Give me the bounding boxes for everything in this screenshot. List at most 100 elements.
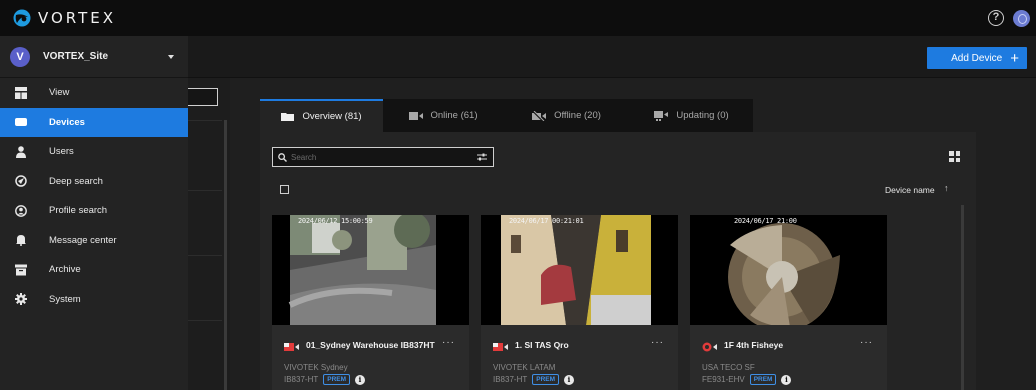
deep-search-icon	[15, 175, 27, 187]
sidebar-item-view[interactable]: View	[0, 78, 188, 108]
top-bar: VORTEX ?	[0, 0, 1036, 36]
sidebar-item-devices[interactable]: Devices	[0, 107, 188, 137]
fisheye-camera-offline-icon	[702, 342, 717, 352]
device-model: FE931-EHV	[702, 375, 745, 384]
info-icon[interactable]: i	[781, 374, 792, 385]
select-all-checkbox[interactable]	[280, 185, 289, 194]
users-icon	[16, 145, 26, 158]
view-icon	[15, 86, 27, 99]
device-card[interactable]: 2024/06/17 21:00 1F 4th Fisheye ··· USA …	[690, 215, 887, 390]
filter-icon[interactable]	[477, 152, 487, 162]
device-organization: VIVOTEK LATAM	[493, 363, 556, 372]
prem-badge: PREM	[749, 374, 777, 385]
tab-offline-label: Offline (20)	[554, 110, 601, 121]
device-name[interactable]: 1F 4th Fisheye	[724, 340, 783, 350]
folder-icon	[281, 113, 295, 121]
divider	[188, 190, 222, 191]
device-card[interactable]: 2024/06/12 15:00:59 01_Sydney Warehouse …	[272, 215, 469, 390]
device-name[interactable]: 1. SI TAS Qro	[515, 340, 569, 350]
sidebar-item-label: Profile search	[49, 205, 108, 217]
site-selector[interactable]: V VORTEX_Site	[0, 36, 188, 78]
camera-snapshot-image	[481, 215, 678, 325]
grid-view-icon[interactable]	[949, 151, 960, 162]
sidebar-item-users[interactable]: Users	[0, 137, 188, 167]
brand-logo[interactable]: VORTEX	[12, 9, 116, 27]
sidebar-item-label: System	[49, 293, 81, 305]
panel-scrollbar[interactable]	[961, 205, 964, 390]
device-organization: USA TECO SF	[702, 363, 755, 372]
divider	[188, 120, 222, 121]
snapshot-timestamp: 2024/06/17 00:21:01	[509, 217, 584, 225]
sidebar-item-label: Devices	[49, 116, 85, 128]
tab-offline[interactable]: Offline (20)	[503, 99, 630, 132]
camera-thumbnail[interactable]: 2024/06/17 21:00	[690, 215, 887, 325]
device-organization: VIVOTEK Sydney	[284, 363, 348, 372]
info-icon[interactable]: i	[355, 374, 366, 385]
tab-online-label: Online (61)	[430, 110, 478, 121]
sidebar-item-label: View	[49, 87, 70, 99]
snapshot-timestamp: 2024/06/12 15:00:59	[298, 217, 373, 225]
sort-ascending-icon[interactable]: ↑	[944, 183, 949, 193]
plus-icon: +	[1010, 49, 1019, 67]
camera-icon	[408, 111, 423, 120]
prem-badge: PREM	[323, 374, 351, 385]
device-list-filter-input[interactable]	[188, 88, 218, 106]
device-search	[272, 147, 494, 167]
profile-search-icon	[15, 204, 27, 217]
camera-off-icon	[532, 110, 547, 121]
device-card[interactable]: 2024/06/17 00:21:01 1. SI TAS Qro ··· VI…	[481, 215, 678, 390]
tab-online[interactable]: Online (61)	[383, 99, 503, 132]
archive-icon	[15, 264, 27, 276]
card-footer: 01_Sydney Warehouse IB837HT ··· VIVOTEK …	[272, 325, 469, 390]
device-tabs: Overview (81) Online (61) Offline (20) U…	[260, 99, 753, 132]
add-device-button[interactable]: Add Device +	[927, 47, 1027, 69]
search-icon	[278, 152, 287, 162]
prem-badge: PREM	[532, 374, 560, 385]
sidebar-item-message-center[interactable]: Message center	[0, 226, 188, 256]
sidebar-item-label: Users	[49, 146, 74, 158]
camera-snapshot-image	[272, 215, 469, 325]
tab-updating[interactable]: Updating (0)	[630, 99, 753, 132]
site-avatar: V	[10, 46, 30, 67]
help-icon[interactable]: ?	[988, 10, 1004, 26]
camera-update-icon	[654, 110, 669, 121]
divider	[188, 255, 222, 256]
sidebar-item-archive[interactable]: Archive	[0, 255, 188, 285]
sidebar: V VORTEX_Site View Devices Users Deep se…	[0, 36, 188, 390]
device-name[interactable]: 01_Sydney Warehouse IB837HT	[306, 340, 435, 350]
site-name: VORTEX_Site	[43, 51, 109, 62]
tab-overview-label: Overview (81)	[302, 111, 362, 122]
sidebar-item-system[interactable]: System	[0, 285, 188, 315]
more-options-icon[interactable]: ···	[651, 337, 664, 348]
chevron-down-icon	[168, 55, 174, 59]
strip-scrollbar[interactable]	[224, 120, 227, 390]
gear-icon	[15, 293, 27, 306]
vortex-logo-icon	[13, 9, 31, 27]
camera-thumbnail[interactable]: 2024/06/17 00:21:01	[481, 215, 678, 325]
camera-offline-icon	[284, 343, 299, 351]
sort-by-label[interactable]: Device name	[885, 185, 935, 195]
sidebar-item-profile-search[interactable]: Profile search	[0, 196, 188, 226]
tab-overview[interactable]: Overview (81)	[260, 99, 383, 132]
sidebar-item-label: Message center	[49, 234, 117, 246]
add-device-label: Add Device	[951, 52, 1003, 64]
tab-updating-label: Updating (0)	[676, 110, 729, 121]
user-avatar-icon[interactable]	[1013, 10, 1030, 27]
device-model: IB837-HT	[284, 375, 319, 384]
devices-icon	[15, 118, 27, 127]
camera-snapshot-image	[690, 215, 887, 325]
card-footer: 1F 4th Fisheye ··· USA TECO SF FE931-EHV…	[690, 325, 887, 390]
card-footer: 1. SI TAS Qro ··· VIVOTEK LATAM IB837-HT…	[481, 325, 678, 390]
sidebar-item-label: Deep search	[49, 175, 103, 187]
info-icon[interactable]: i	[564, 374, 575, 385]
sidebar-item-deep-search[interactable]: Deep search	[0, 167, 188, 197]
device-model-row: FE931-EHV PREM i	[702, 374, 792, 385]
camera-thumbnail[interactable]: 2024/06/12 15:00:59	[272, 215, 469, 325]
more-options-icon[interactable]: ···	[860, 337, 873, 348]
divider	[188, 320, 222, 321]
device-model-row: IB837-HT PREM i	[284, 374, 366, 385]
device-model-row: IB837-HT PREM i	[493, 374, 575, 385]
search-input[interactable]	[291, 152, 471, 162]
more-options-icon[interactable]: ···	[442, 337, 455, 348]
snapshot-timestamp: 2024/06/17 21:00	[734, 217, 797, 225]
